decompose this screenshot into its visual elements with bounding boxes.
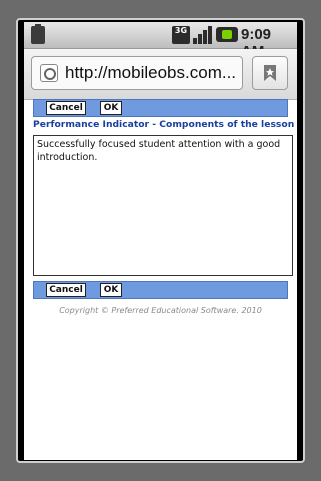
sim-card-icon bbox=[31, 24, 45, 44]
bottom-cancel-button[interactable]: Cancel bbox=[46, 283, 86, 297]
signal-icon bbox=[193, 26, 213, 44]
top-action-bar: Cancel OK bbox=[33, 99, 288, 117]
bookmark-icon bbox=[264, 65, 276, 81]
bookmark-button[interactable] bbox=[252, 56, 288, 90]
browser-toolbar: http://mobileobs.com... bbox=[24, 49, 297, 100]
comment-textarea[interactable]: Successfully focused student attention w… bbox=[33, 135, 293, 276]
battery-icon bbox=[216, 27, 238, 42]
globe-icon bbox=[40, 64, 58, 82]
url-text: http://mobileobs.com... bbox=[65, 63, 237, 82]
bottom-ok-button[interactable]: OK bbox=[100, 283, 122, 297]
status-bar: 3G 9:09 AM bbox=[24, 22, 297, 60]
top-ok-button[interactable]: OK bbox=[100, 101, 122, 115]
network-type-label: 3G bbox=[174, 26, 188, 35]
url-field[interactable]: http://mobileobs.com... bbox=[31, 56, 243, 90]
3g-icon: 3G bbox=[172, 26, 190, 44]
copyright-text: Copyright © Preferred Educational Softwa… bbox=[59, 306, 262, 315]
phone-screen: 3G 9:09 AM http://mobileobs.com... Cance… bbox=[24, 22, 297, 460]
top-cancel-button[interactable]: Cancel bbox=[46, 101, 86, 115]
bottom-action-bar: Cancel OK bbox=[33, 281, 288, 299]
page-title: Performance Indicator - Components of th… bbox=[33, 119, 295, 130]
